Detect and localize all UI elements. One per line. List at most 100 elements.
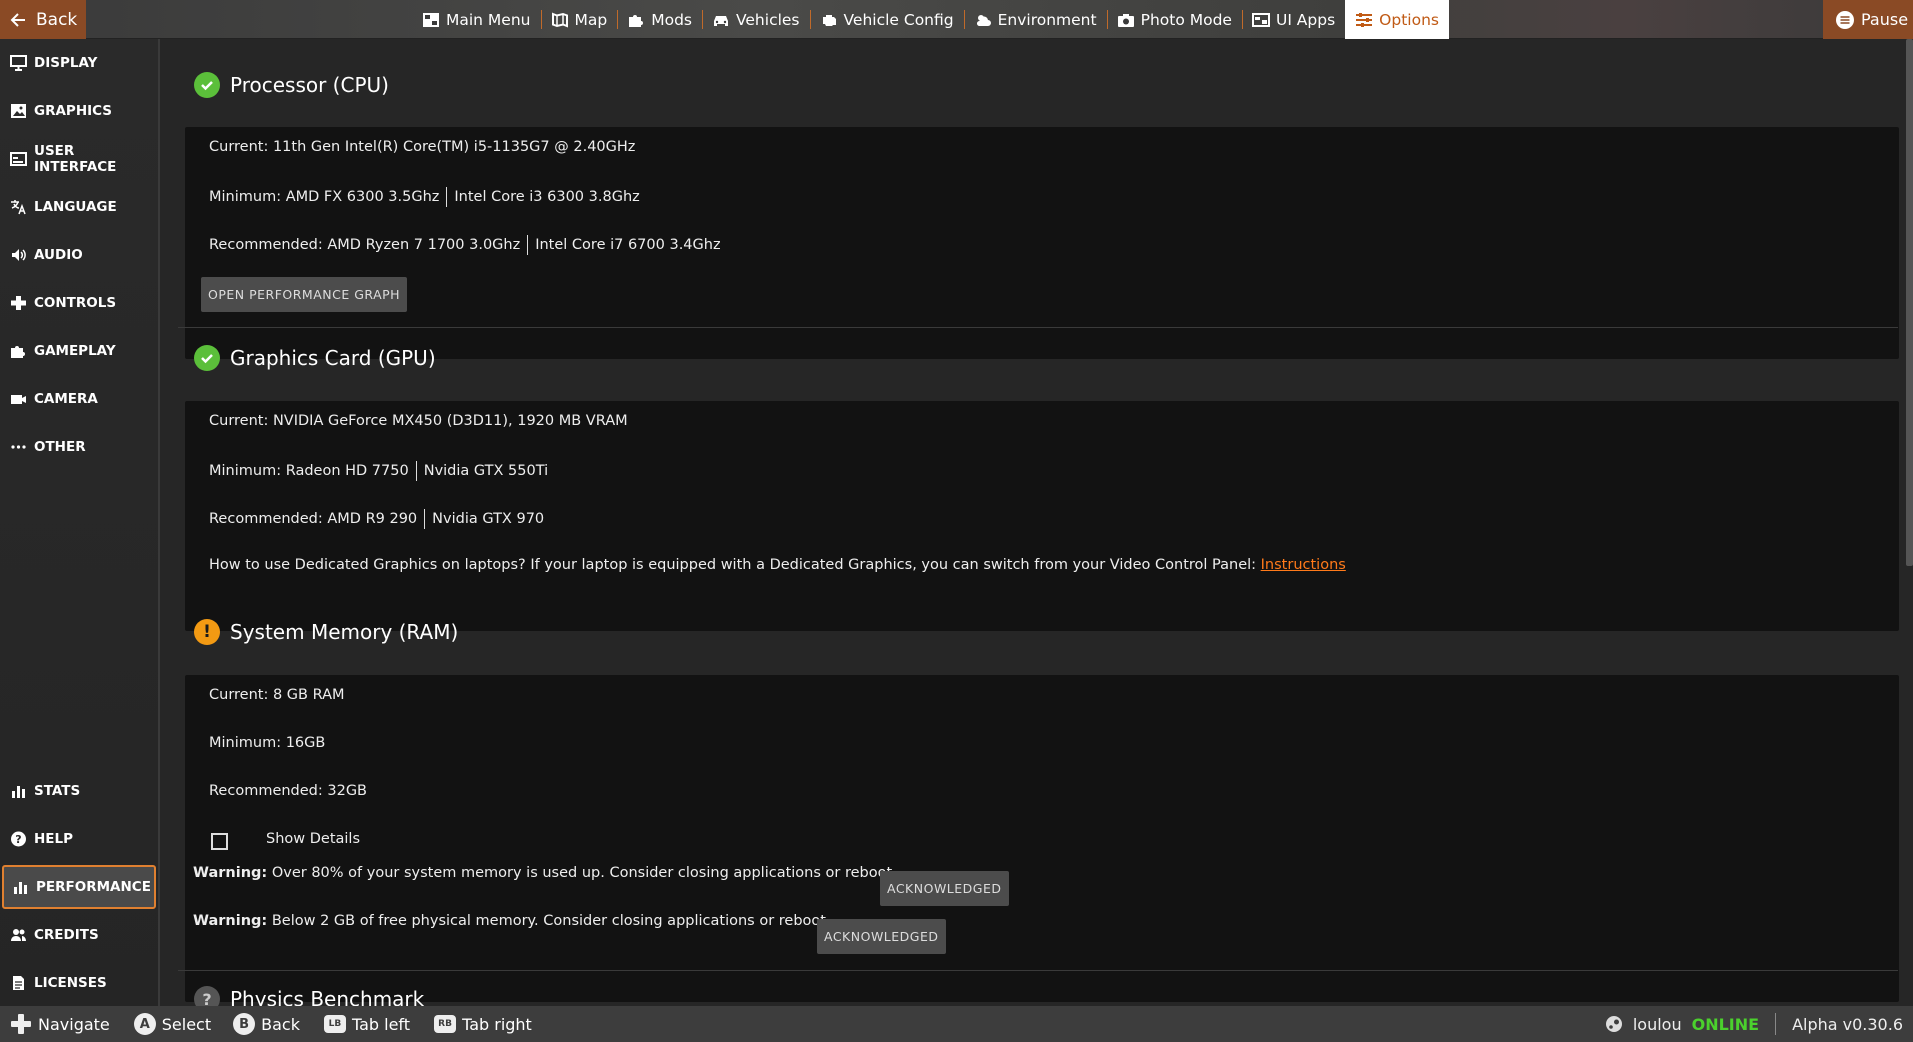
sidebar-item-label: CAMERA: [34, 391, 98, 407]
sidebar-item-label: OTHER: [34, 439, 86, 455]
status-area: loulou ONLINE Alpha v0.30.6: [1605, 1006, 1903, 1042]
back-button[interactable]: Back: [0, 0, 86, 39]
nav-vehicle-config[interactable]: Vehicle Config: [809, 0, 964, 39]
sidebar-item-graphics[interactable]: GRAPHICS: [2, 91, 156, 131]
sidebar-item-camera[interactable]: CAMERA: [2, 379, 156, 419]
top-bar: Back Main Menu Map Mods Vehicles Vehicle…: [0, 0, 1913, 39]
gpu-minimum-nvidia: Nvidia GTX 550Ti: [423, 463, 549, 479]
ui-apps-icon: [1251, 12, 1270, 27]
sidebar-item-label: HELP: [34, 831, 74, 847]
cpu-card: Current: 11th Gen Intel(R) Core(TM) i5-1…: [185, 127, 1899, 359]
monitor-icon: [10, 55, 27, 71]
sidebar-item-user-interface[interactable]: USER INTERFACE: [2, 139, 156, 179]
sidebar-item-stats[interactable]: STATS: [2, 771, 156, 811]
puzzle-icon: [11, 346, 25, 358]
weather-icon: [976, 14, 991, 26]
ram-recommended: Recommended: 32GB: [209, 783, 368, 799]
nav-mods[interactable]: Mods: [617, 0, 702, 39]
cpu-recommended-intel: Intel Core i7 6700 3.4Ghz: [535, 237, 721, 253]
separator: [1775, 1013, 1777, 1035]
map-icon: [551, 12, 568, 27]
warning-prefix: Warning:: [193, 913, 268, 929]
nav-label: Environment: [997, 10, 1097, 29]
nav-photo-mode[interactable]: Photo Mode: [1106, 0, 1242, 39]
cpu-recommended: Recommended: AMD Ryzen 7 1700 3.0Ghz Inte…: [209, 235, 721, 255]
ram-warning-2: Warning: Below 2 GB of free physical mem…: [193, 913, 831, 929]
gpu-laptop-note-text: How to use Dedicated Graphics on laptops…: [209, 557, 1261, 573]
nav-label: Mods: [651, 10, 692, 29]
translate-icon: [11, 200, 26, 215]
sidebar-item-controls[interactable]: CONTROLS: [2, 283, 156, 323]
show-details-checkbox[interactable]: [211, 833, 228, 850]
pause-button[interactable]: Pause: [1823, 0, 1913, 39]
show-details-label[interactable]: Show Details: [266, 831, 360, 847]
camera-icon: [1117, 13, 1134, 27]
sidebar-item-licenses[interactable]: LICENSES: [2, 963, 156, 1003]
sidebar-item-gameplay[interactable]: GAMEPLAY: [2, 331, 156, 371]
nav-ui-apps[interactable]: UI Apps: [1241, 0, 1345, 39]
cpu-current: Current: 11th Gen Intel(R) Core(TM) i5-1…: [209, 139, 636, 155]
hint-tab-left[interactable]: LB Tab left: [323, 1014, 411, 1034]
sliders-icon: [1356, 12, 1373, 27]
version-label: Alpha v0.30.6: [1792, 1014, 1903, 1034]
question-circle-icon: ?: [194, 986, 220, 1006]
sidebar-item-audio[interactable]: AUDIO: [2, 235, 156, 275]
a-button-icon: A: [133, 1013, 156, 1035]
more-icon: [11, 445, 26, 449]
separator: [424, 509, 426, 529]
sidebar-item-credits[interactable]: CREDITS: [2, 915, 156, 955]
hint-label: Tab left: [351, 1014, 411, 1034]
sidebar-item-performance[interactable]: PERFORMANCE: [2, 865, 156, 909]
sidebar-item-help[interactable]: ? HELP: [2, 819, 156, 859]
back-label: Back: [36, 9, 78, 30]
nav-map[interactable]: Map: [540, 0, 618, 39]
sidebar-item-label: USER INTERFACE: [34, 143, 117, 175]
ram-title: System Memory (RAM): [230, 620, 459, 644]
car-icon: [714, 15, 728, 26]
gpu-card: Current: NVIDIA GeForce MX450 (D3D11), 1…: [185, 401, 1899, 631]
divider: [178, 327, 1898, 328]
rb-button-icon: RB: [434, 1015, 457, 1033]
hint-back[interactable]: B Back: [233, 1013, 300, 1035]
sidebar-item-label: CREDITS: [34, 927, 99, 943]
instructions-link[interactable]: Instructions: [1261, 557, 1346, 573]
open-performance-graph-button[interactable]: OPEN PERFORMANCE GRAPH: [201, 277, 408, 312]
nav-environment[interactable]: Environment: [963, 0, 1107, 39]
options-sidebar: DISPLAY GRAPHICS USER INTERFACE LANGUAGE…: [0, 39, 160, 1006]
hint-tab-right[interactable]: RB Tab right: [434, 1015, 532, 1034]
warning-text: Over 80% of your system memory is used u…: [267, 865, 897, 881]
sidebar-item-label: LICENSES: [34, 975, 107, 991]
sidebar-item-label: LANGUAGE: [34, 199, 117, 215]
image-icon: [11, 104, 26, 118]
dpad-icon: [11, 1014, 31, 1034]
hint-label: Select: [161, 1014, 212, 1034]
separator: [527, 235, 529, 255]
scrollbar[interactable]: [1906, 39, 1913, 566]
pause-label: Pause: [1861, 10, 1909, 29]
svg-text:?: ?: [15, 833, 21, 846]
sidebar-item-other[interactable]: OTHER: [2, 427, 156, 467]
hint-navigate[interactable]: Navigate: [10, 1013, 110, 1035]
acknowledged-button[interactable]: ACKNOWLEDGED: [817, 919, 946, 954]
ram-card: Current: 8 GB RAM Minimum: 16GB Recommen…: [185, 675, 1899, 1002]
sidebar-item-label: GAMEPLAY: [34, 343, 116, 359]
ram-minimum: Minimum: 16GB: [209, 735, 326, 751]
gpu-minimum: Minimum: Radeon HD 7750 Nvidia GTX 550Ti: [209, 461, 548, 481]
help-icon: ?: [11, 831, 26, 847]
physics-section-header: ? Physics Benchmark: [194, 986, 424, 1006]
ram-warning-1: Warning: Over 80% of your system memory …: [193, 865, 897, 881]
sidebar-item-label: PERFORMANCE: [36, 879, 151, 895]
gamepad-icon: [11, 296, 26, 310]
hint-select[interactable]: A Select: [133, 1013, 212, 1035]
stats-icon: [14, 882, 27, 894]
ram-current: Current: 8 GB RAM: [209, 687, 345, 703]
acknowledged-button[interactable]: ACKNOWLEDGED: [880, 871, 1009, 906]
nav-main-menu[interactable]: Main Menu: [412, 0, 541, 39]
separator: [446, 187, 448, 207]
nav-vehicles[interactable]: Vehicles: [702, 0, 810, 39]
sidebar-item-language[interactable]: LANGUAGE: [2, 187, 156, 227]
nav-options[interactable]: Options: [1345, 0, 1449, 39]
sidebar-item-label: STATS: [34, 783, 81, 799]
username: loulou: [1632, 1014, 1682, 1034]
sidebar-item-display[interactable]: DISPLAY: [2, 43, 156, 83]
